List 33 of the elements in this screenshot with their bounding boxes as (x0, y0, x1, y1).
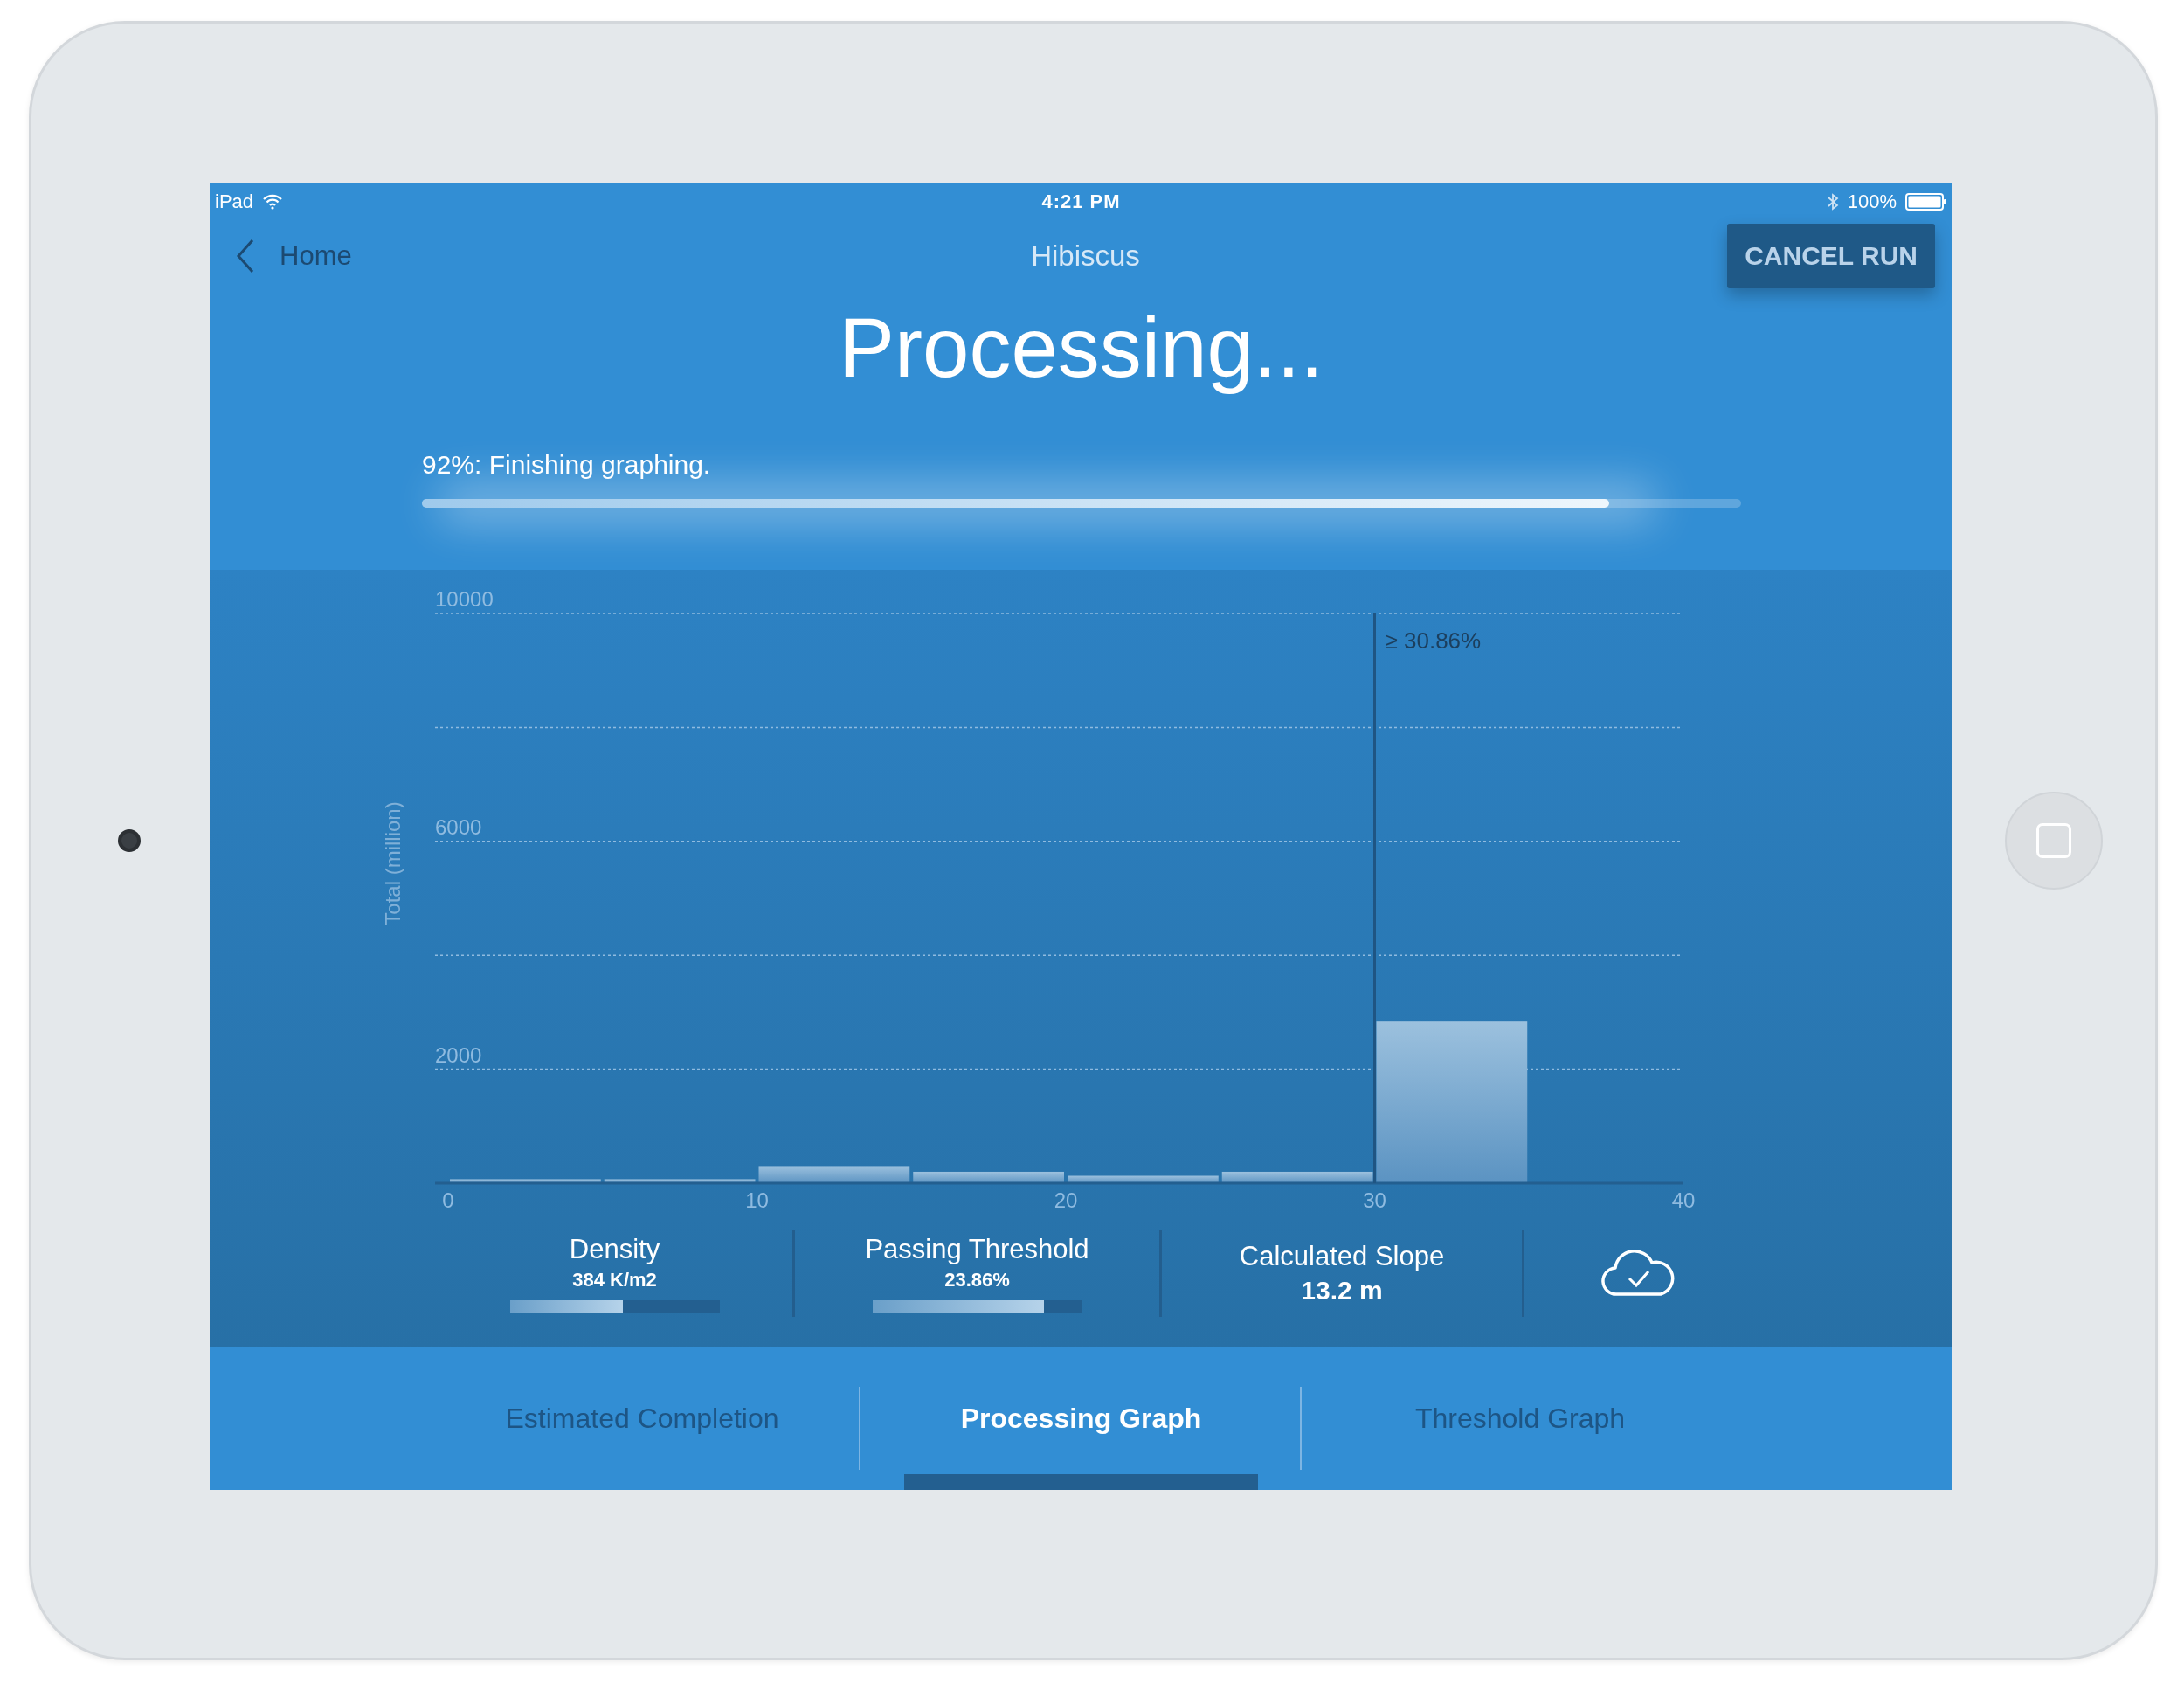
bluetooth-icon (1826, 192, 1839, 211)
page-heading: Processing... (838, 300, 1324, 396)
tab[interactable]: Estimated Completion (424, 1347, 860, 1490)
y-tick-label: 2000 (435, 1042, 482, 1067)
cancel-run-button[interactable]: CANCEL RUN (1727, 224, 1935, 288)
stat-label: Passing Threshold (865, 1234, 1089, 1265)
stat-value: 13.2 m (1301, 1276, 1383, 1306)
x-tick-label: 10 (745, 1188, 769, 1212)
status-time: 4:21 PM (1041, 190, 1121, 213)
y-tick-label: 10000 (435, 587, 494, 611)
stat-value: 23.86% (944, 1269, 1010, 1292)
stat-label: Density (569, 1234, 660, 1265)
x-tick-label: 40 (1671, 1188, 1696, 1212)
wifi-icon (262, 194, 284, 210)
back-link[interactable]: Home (236, 239, 1032, 274)
threshold-label: ≥ 30.86% (1385, 627, 1482, 654)
x-tick-label: 20 (1054, 1188, 1078, 1212)
stat-label: Calculated Slope (1239, 1241, 1445, 1272)
camera-dot (118, 829, 141, 852)
x-tick-label: 0 (442, 1188, 454, 1212)
tab[interactable]: Threshold Graph (1302, 1347, 1738, 1490)
stat-value: 384 K/m2 (572, 1269, 657, 1292)
carrier-label: iPad (215, 190, 254, 213)
nav-title: Hibiscus (1031, 239, 1140, 273)
tab[interactable]: Processing Graph (860, 1347, 1302, 1490)
chevron-left-icon (236, 239, 255, 274)
battery-icon (1905, 193, 1947, 211)
progress-label: 92%: Finishing graphing. (422, 450, 712, 480)
cloud-check-icon[interactable] (1601, 1249, 1675, 1298)
x-tick-label: 30 (1363, 1188, 1386, 1212)
axis-title: Total (million) (381, 801, 404, 925)
y-tick-label: 6000 (435, 814, 482, 839)
battery-percent: 100% (1847, 190, 1897, 213)
